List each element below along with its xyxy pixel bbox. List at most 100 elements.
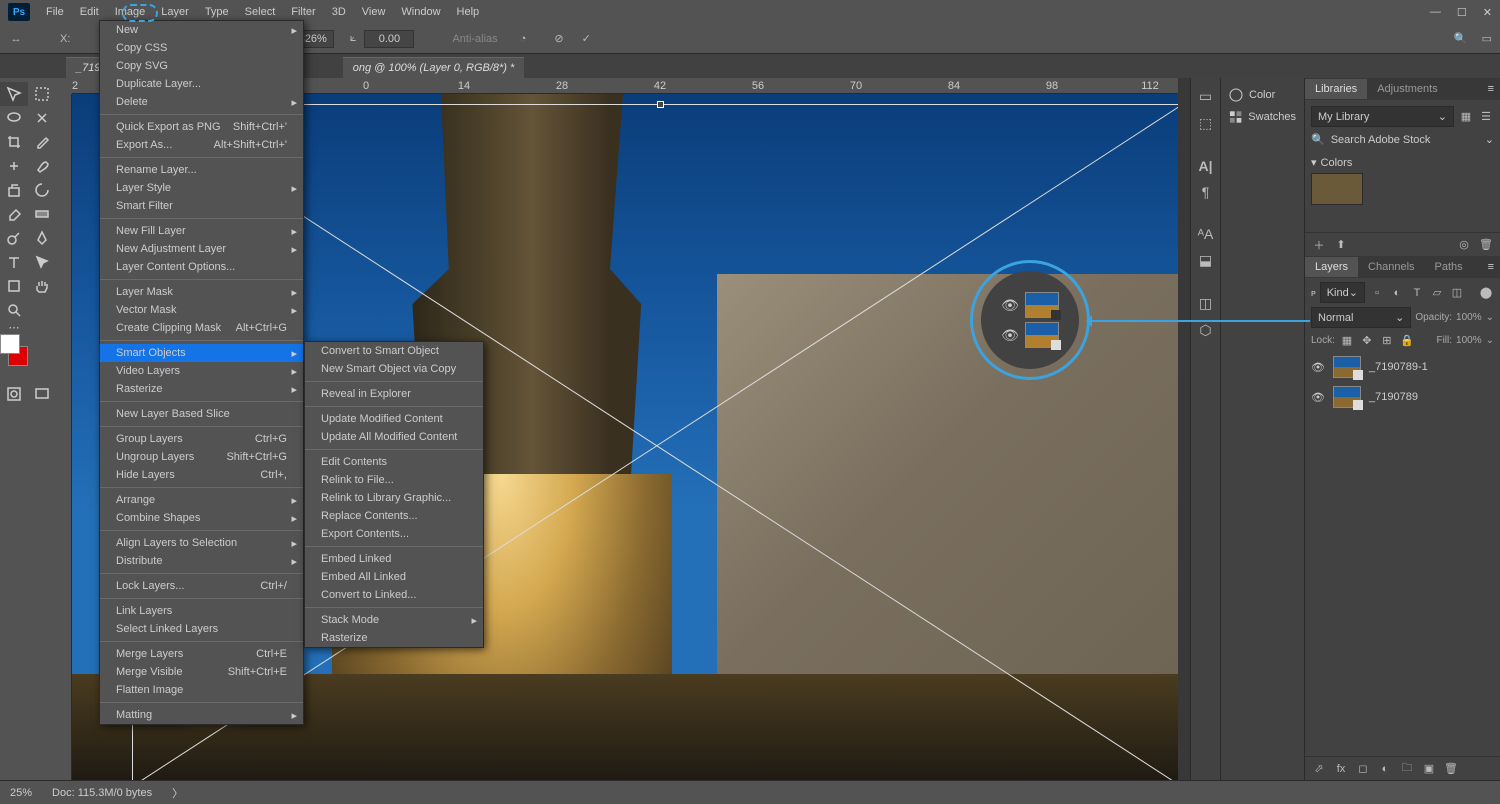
add-graphic-icon[interactable]: ⬆ — [1333, 237, 1349, 253]
lock-artboard-icon[interactable]: ⊞ — [1379, 332, 1395, 348]
menu-item-new-adjustment-layer[interactable]: New Adjustment Layer▸ — [100, 240, 303, 258]
adjustments-tab[interactable]: Adjustments — [1367, 79, 1448, 99]
menu-item-export-contents-[interactable]: Export Contents... — [305, 525, 483, 543]
menu-layer[interactable]: Layer — [153, 2, 197, 22]
filter-shape-icon[interactable]: ▱ — [1429, 285, 1445, 301]
maximize-button[interactable]: ☐ — [1457, 6, 1467, 19]
lock-all-icon[interactable]: 🔒 — [1399, 332, 1415, 348]
warp-icon[interactable]: ◔ — [520, 33, 527, 45]
libraries-sync-icon[interactable]: ◎ — [1456, 237, 1472, 253]
layers-panel-menu-icon[interactable]: ≡ — [1482, 261, 1500, 273]
lock-position-icon[interactable]: ✥ — [1359, 332, 1375, 348]
filter-pixel-icon[interactable]: ▫ — [1369, 285, 1385, 301]
search-icon[interactable]: 🔍 — [1454, 32, 1468, 45]
colors-accordion[interactable]: ▾Colors — [1311, 156, 1494, 169]
visibility-toggle-icon[interactable]: 👁 — [1311, 391, 1325, 404]
menu-item-layer-style[interactable]: Layer Style▸ — [100, 179, 303, 197]
layer-item[interactable]: 👁 _7190789-1 — [1305, 352, 1500, 382]
menu-item-copy-css[interactable]: Copy CSS — [100, 39, 303, 57]
menu-filter[interactable]: Filter — [283, 2, 323, 22]
swatches-panel-tab[interactable]: Swatches — [1227, 106, 1298, 128]
path-select-tool[interactable] — [28, 250, 56, 274]
menu-item-delete[interactable]: Delete▸ — [100, 93, 303, 111]
vertical-scrollbar[interactable] — [1178, 78, 1190, 780]
menu-item-layer-mask[interactable]: Layer Mask▸ — [100, 283, 303, 301]
menu-item-quick-export-as-png[interactable]: Quick Export as PNGShift+Ctrl+' — [100, 118, 303, 136]
menu-item-new-smart-object-via-copy[interactable]: New Smart Object via Copy — [305, 360, 483, 378]
angle-field[interactable]: 0.00 — [364, 30, 414, 48]
gradient-tool[interactable] — [28, 202, 56, 226]
layer-name[interactable]: _7190789-1 — [1369, 361, 1428, 373]
menu-item-embed-all-linked[interactable]: Embed All Linked — [305, 568, 483, 586]
layers-tab[interactable]: Layers — [1305, 257, 1358, 277]
menu-item-vector-mask[interactable]: Vector Mask▸ — [100, 301, 303, 319]
menu-item-stack-mode[interactable]: Stack Mode▸ — [305, 611, 483, 629]
minimize-button[interactable]: — — [1430, 6, 1441, 19]
menu-item-new-fill-layer[interactable]: New Fill Layer▸ — [100, 222, 303, 240]
zoom-tool[interactable] — [0, 298, 28, 322]
menu-item-replace-contents-[interactable]: Replace Contents... — [305, 507, 483, 525]
menu-view[interactable]: View — [354, 2, 394, 22]
new-layer-icon[interactable]: ▣ — [1421, 761, 1437, 777]
menu-item-hide-layers[interactable]: Hide LayersCtrl+, — [100, 466, 303, 484]
delete-layer-icon[interactable]: 🗑 — [1443, 761, 1459, 777]
channels-tab[interactable]: Channels — [1358, 257, 1424, 277]
paths-tab[interactable]: Paths — [1425, 257, 1473, 277]
brush-tool[interactable] — [28, 154, 56, 178]
menu-item-copy-svg[interactable]: Copy SVG — [100, 57, 303, 75]
crop-tool[interactable] — [0, 130, 28, 154]
menu-item-relink-to-file-[interactable]: Relink to File... — [305, 471, 483, 489]
ruler-origin[interactable] — [56, 78, 72, 94]
menu-item-rasterize[interactable]: Rasterize▸ — [100, 380, 303, 398]
history-panel-icon[interactable]: ▭ — [1199, 88, 1212, 105]
3d-panel-icon[interactable]: ⬡ — [1199, 322, 1211, 339]
grid-view-icon[interactable]: ▦ — [1458, 109, 1474, 125]
menu-item-convert-to-linked-[interactable]: Convert to Linked... — [305, 586, 483, 604]
document-tab-2[interactable]: ong @ 100% (Layer 0, RGB/8*) * — [343, 57, 525, 78]
menu-item-rasterize[interactable]: Rasterize — [305, 629, 483, 647]
dodge-tool[interactable] — [0, 226, 28, 250]
pen-tool[interactable] — [28, 226, 56, 250]
fill-value[interactable]: 100% — [1456, 335, 1482, 346]
layer-thumbnail[interactable] — [1333, 356, 1361, 378]
history-brush-tool[interactable] — [28, 178, 56, 202]
filter-adjust-icon[interactable]: ◐ — [1389, 285, 1405, 301]
tool-preset-icon[interactable]: ↔ — [8, 31, 24, 47]
menu-item-group-layers[interactable]: Group LayersCtrl+G — [100, 430, 303, 448]
glyphs-panel-icon[interactable]: ᴬA — [1198, 226, 1214, 242]
cancel-transform-icon[interactable]: ⊘ — [554, 32, 563, 45]
color-panel-tab[interactable]: Color — [1227, 84, 1298, 106]
list-view-icon[interactable]: ☰ — [1478, 109, 1494, 125]
panel-menu-icon[interactable]: ≡ — [1482, 83, 1500, 95]
menu-type[interactable]: Type — [197, 2, 237, 22]
layer-filter-kind[interactable]: Kind⌄ — [1320, 282, 1365, 303]
lock-pixels-icon[interactable]: ▦ — [1339, 332, 1355, 348]
layer-item[interactable]: 👁 _7190789 — [1305, 382, 1500, 412]
menu-item-convert-to-smart-object[interactable]: Convert to Smart Object — [305, 342, 483, 360]
styles-panel-icon[interactable]: ⬓ — [1199, 252, 1212, 269]
menu-item-create-clipping-mask[interactable]: Create Clipping MaskAlt+Ctrl+G — [100, 319, 303, 337]
clone-tool[interactable] — [0, 178, 28, 202]
menu-select[interactable]: Select — [237, 2, 284, 22]
character-panel-icon[interactable]: A| — [1198, 158, 1212, 174]
menu-item-arrange[interactable]: Arrange▸ — [100, 491, 303, 509]
menu-item-smart-objects[interactable]: Smart Objects▸ — [100, 344, 303, 362]
libraries-tab[interactable]: Libraries — [1305, 79, 1367, 99]
link-layers-icon[interactable]: ⬀ — [1311, 761, 1327, 777]
hand-tool[interactable] — [28, 274, 56, 298]
add-content-icon[interactable]: ＋ — [1311, 237, 1327, 253]
opacity-value[interactable]: 100% — [1456, 312, 1482, 323]
layer-name[interactable]: _7190789 — [1369, 391, 1418, 403]
color-swatch[interactable] — [0, 332, 28, 368]
library-selector[interactable]: My Library⌄ — [1311, 106, 1454, 127]
menu-item-video-layers[interactable]: Video Layers▸ — [100, 362, 303, 380]
menu-item-update-all-modified-content[interactable]: Update All Modified Content — [305, 428, 483, 446]
menu-item-new[interactable]: New▸ — [100, 21, 303, 39]
menu-item-matting[interactable]: Matting▸ — [100, 706, 303, 724]
menu-help[interactable]: Help — [449, 2, 488, 22]
filter-toggle[interactable]: ⬤ — [1478, 285, 1494, 301]
library-color-swatch[interactable] — [1311, 173, 1363, 205]
menu-item-merge-layers[interactable]: Merge LayersCtrl+E — [100, 645, 303, 663]
doc-info[interactable]: Doc: 115.3M/0 bytes — [52, 787, 152, 799]
menu-item-lock-layers-[interactable]: Lock Layers...Ctrl+/ — [100, 577, 303, 595]
